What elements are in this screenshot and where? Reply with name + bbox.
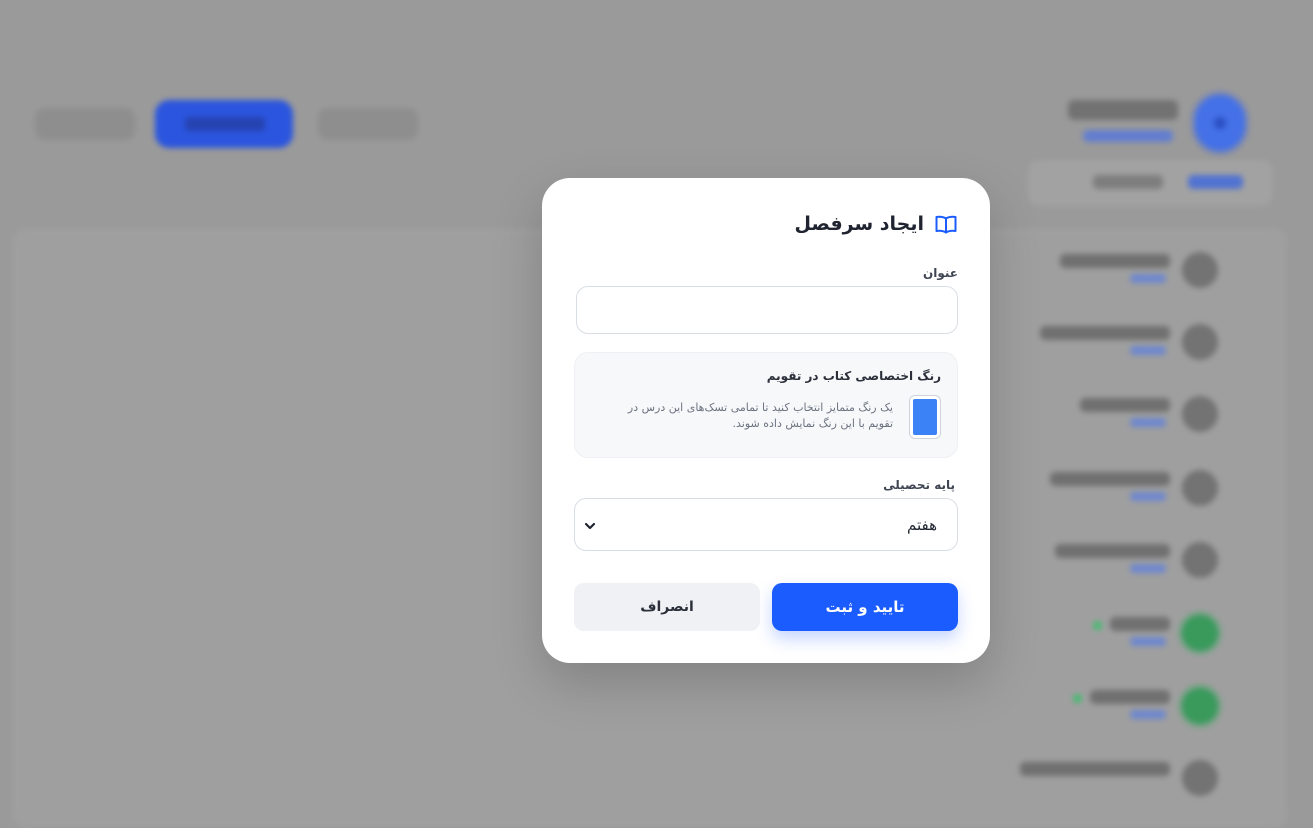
- color-swatch: [913, 399, 937, 435]
- background-filter-chip: [35, 108, 135, 140]
- background-list-row: [18, 676, 1218, 732]
- cancel-button[interactable]: انصراف: [574, 583, 760, 631]
- background-filter-chip: [318, 108, 418, 140]
- title-field-label: عنوان: [923, 266, 958, 280]
- grade-select[interactable]: هفتم: [574, 498, 958, 551]
- background-primary-button: [155, 100, 293, 148]
- background-list-row: [18, 748, 1218, 804]
- background-username-placeholder: [1068, 100, 1178, 120]
- color-picker[interactable]: [909, 395, 941, 439]
- calendar-color-section: رنگ اختصاصی کتاب در تقویم یک رنگ متمایز …: [574, 352, 958, 458]
- title-input[interactable]: [576, 286, 958, 334]
- grade-select-value: هفتم: [906, 515, 937, 534]
- background-userrole-placeholder: [1083, 130, 1173, 142]
- background-topbar: [0, 40, 1313, 151]
- background-tabs: [1028, 160, 1273, 206]
- calendar-color-heading: رنگ اختصاصی کتاب در تقویم: [766, 369, 941, 383]
- modal-title: ایجاد سرفصل: [794, 213, 924, 235]
- book-open-icon: [934, 212, 958, 236]
- submit-button[interactable]: تایید و ثبت: [772, 583, 958, 631]
- create-chapter-modal: ایجاد سرفصل عنوان رنگ اختصاصی کتاب در تق…: [542, 178, 990, 663]
- calendar-color-description: یک رنگ متمایز انتخاب کنید تا تمامی تسک‌ه…: [627, 401, 893, 430]
- chevron-down-icon: [583, 518, 597, 532]
- grade-field-label: پایه تحصیلی: [883, 478, 955, 492]
- modal-header: ایجاد سرفصل: [795, 212, 958, 236]
- background-avatar: [1195, 95, 1245, 151]
